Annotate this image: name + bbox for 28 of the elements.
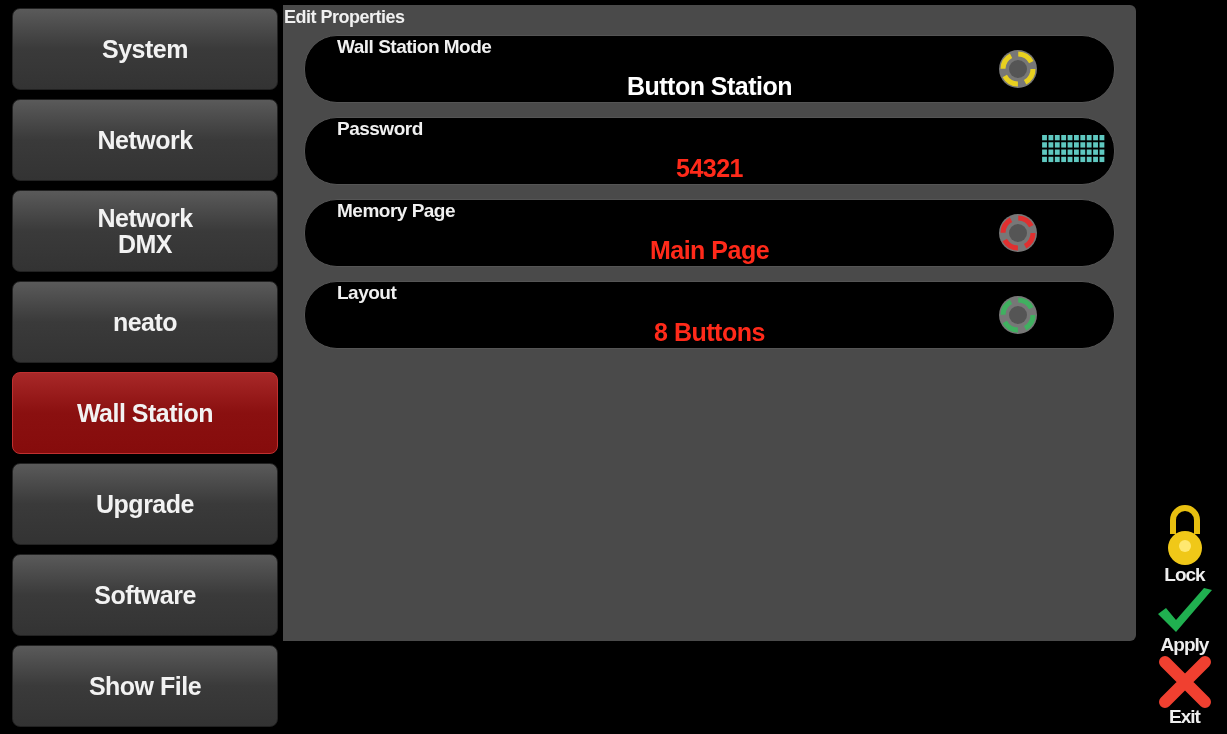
sidebar-button[interactable]: Network DMX <box>12 190 278 272</box>
sidebar-button[interactable]: Show File <box>12 645 278 727</box>
panel-title: Edit Properties <box>284 7 406 29</box>
sidebar-button[interactable]: neato <box>12 281 278 363</box>
keyboard-icon[interactable] <box>1042 135 1106 164</box>
property-row[interactable]: Memory Page Main Page <box>304 199 1115 267</box>
property-value: Button Station <box>626 72 793 101</box>
property-label: Wall Station Mode <box>337 36 492 58</box>
sidebar-button[interactable]: Wall Station <box>12 372 278 454</box>
property-label: Memory Page <box>337 200 456 222</box>
dial-icon[interactable] <box>998 49 1038 89</box>
action-button[interactable]: Apply <box>1155 586 1214 656</box>
dial-icon[interactable] <box>998 295 1038 335</box>
sidebar-button[interactable]: Software <box>12 554 278 636</box>
property-label: Layout <box>337 282 397 304</box>
property-value: 54321 <box>676 154 743 183</box>
property-row[interactable]: Password 54321 <box>304 117 1115 185</box>
property-row[interactable]: Layout 8 Buttons <box>304 281 1115 349</box>
property-row[interactable]: Wall Station Mode Button Station <box>304 35 1115 103</box>
property-label: Password <box>337 118 423 140</box>
action-button[interactable]: Lock <box>1163 504 1206 586</box>
sidebar-button[interactable]: Upgrade <box>12 463 278 545</box>
sidebar-button[interactable]: System <box>12 8 278 90</box>
property-value: Main Page <box>649 236 770 265</box>
action-button[interactable]: Exit <box>1158 656 1211 728</box>
property-value: 8 Buttons <box>654 318 765 347</box>
sidebar-button[interactable]: Network <box>12 99 278 181</box>
close-icon <box>1158 656 1211 708</box>
